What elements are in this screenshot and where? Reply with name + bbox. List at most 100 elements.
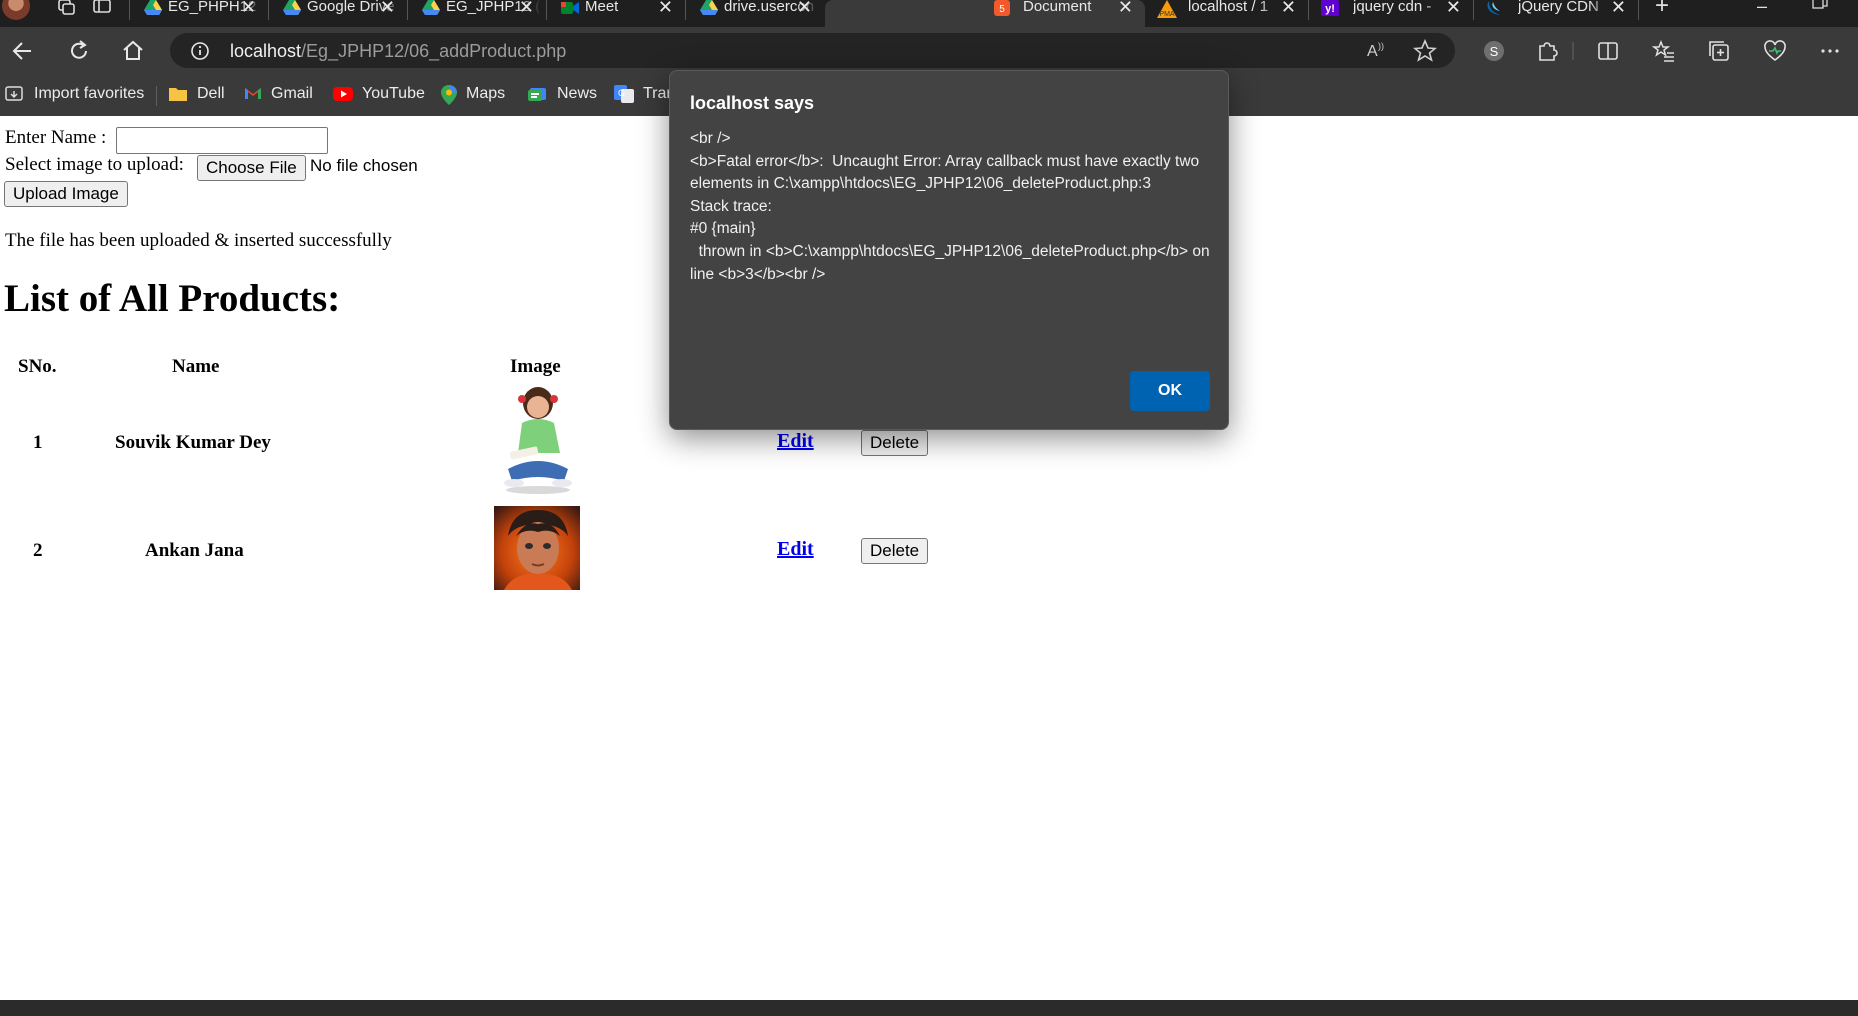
page-title: List of All Products:: [4, 277, 341, 320]
tab-label: jquery cdn -: [1353, 0, 1448, 15]
ok-button[interactable]: OK: [1130, 371, 1210, 411]
url-path: /Eg_JPHP12/06_addProduct.php: [301, 41, 567, 61]
taskbar-edge: [0, 1000, 1858, 1016]
profile-avatar[interactable]: [2, 0, 30, 20]
refresh-icon[interactable]: [66, 38, 92, 64]
close-icon[interactable]: ✕: [241, 0, 256, 18]
product-image: [494, 506, 580, 590]
favorites-item-label: Gmail: [271, 85, 313, 102]
svg-text:G: G: [618, 88, 625, 98]
tab-google-drive[interactable]: Google Drive ✕: [269, 0, 407, 27]
tab-jquery-cdn[interactable]: jQuery CDN ✕: [1474, 0, 1638, 27]
column-header-name: Name: [172, 356, 220, 377]
close-icon[interactable]: ✕: [380, 0, 395, 18]
favorites-item-youtube[interactable]: YouTube: [333, 85, 425, 103]
favorites-item-label: News: [557, 85, 598, 102]
address-bar[interactable]: localhost/Eg_JPHP12/06_addProduct.php A)…: [170, 33, 1455, 68]
browser-essentials-icon[interactable]: [1763, 39, 1787, 63]
delete-button[interactable]: Delete: [861, 538, 929, 564]
restore-icon[interactable]: [1812, 0, 1828, 15]
tab-strip: EG_PHPH12 ✕ Google Drive ✕ EG_JPHP12 ( ✕…: [0, 0, 1858, 27]
image-label: Select image to upload:: [5, 154, 184, 175]
tab-meet[interactable]: Meet ✕: [547, 0, 685, 27]
gmail-icon: [244, 85, 262, 103]
profile-sync-icon[interactable]: S: [1482, 39, 1506, 63]
news-icon: [528, 85, 548, 103]
edit-link[interactable]: Edit: [777, 538, 814, 561]
upload-image-button[interactable]: Upload Image: [4, 181, 128, 207]
svg-text:)): )): [1378, 41, 1384, 51]
google-meet-icon: [561, 0, 579, 16]
yahoo-icon: y!: [1321, 0, 1339, 16]
alert-dialog: localhost says <br /> <b>Fatal error</b>…: [669, 70, 1229, 430]
favorites-item-gmail[interactable]: Gmail: [244, 85, 313, 103]
table-cell-name: Ankan Jana: [145, 540, 244, 561]
youtube-icon: [333, 85, 353, 103]
svg-text:PMA: PMA: [1159, 11, 1175, 18]
favorites-item-label: Dell: [197, 85, 225, 102]
back-icon[interactable]: [10, 38, 36, 64]
read-aloud-icon[interactable]: A)): [1365, 39, 1389, 63]
google-drive-icon: [283, 0, 301, 16]
close-icon[interactable]: ✕: [1281, 0, 1296, 18]
close-icon[interactable]: ✕: [797, 0, 812, 18]
google-drive-icon: [422, 0, 440, 16]
tab-localhost[interactable]: PMA localhost / 1 ✕: [1145, 0, 1308, 27]
site-info-icon[interactable]: [190, 41, 210, 66]
tab-eg-jphp12[interactable]: EG_JPHP12 ( ✕: [408, 0, 546, 27]
column-header-sno: SNo.: [18, 356, 57, 377]
tab-document[interactable]: 5 Document ✕: [825, 0, 1145, 27]
more-options-icon[interactable]: [1818, 39, 1842, 63]
favorites-item-label: Import favorites: [34, 85, 145, 102]
tab-label: Document: [1023, 0, 1118, 15]
close-icon[interactable]: ✕: [658, 0, 673, 18]
minimize-icon[interactable]: –: [1757, 0, 1767, 17]
google-drive-icon: [700, 0, 718, 16]
edit-link[interactable]: Edit: [777, 430, 814, 453]
import-icon: [5, 85, 25, 103]
close-icon[interactable]: ✕: [519, 0, 534, 18]
favorite-star-icon[interactable]: [1412, 38, 1438, 63]
favorites-divider: [156, 86, 157, 106]
close-icon[interactable]: ✕: [1611, 0, 1626, 18]
split-screen-icon[interactable]: [1596, 39, 1620, 63]
favorites-item-maps[interactable]: Maps: [441, 85, 505, 105]
tab-eg-phph12[interactable]: EG_PHPH12 ✕: [130, 0, 268, 27]
jquery-icon: [1486, 0, 1504, 16]
tab-jquery-cdn-search[interactable]: y! jquery cdn - ✕: [1309, 0, 1473, 27]
home-icon[interactable]: [120, 38, 146, 64]
svg-text:A: A: [1367, 43, 1378, 60]
new-tab-icon[interactable]: +: [1655, 0, 1669, 20]
close-icon[interactable]: ✕: [1446, 0, 1461, 18]
divider: [1571, 39, 1595, 63]
favorites-item-news[interactable]: News: [528, 85, 597, 103]
delete-button[interactable]: Delete: [861, 430, 929, 456]
extensions-icon[interactable]: [1535, 39, 1559, 63]
vertical-tabs-icon[interactable]: [92, 0, 114, 18]
svg-text:y!: y!: [1325, 3, 1335, 15]
svg-text:S: S: [1490, 44, 1499, 59]
tab-drive-usercontent[interactable]: drive.usercon ✕: [686, 0, 824, 27]
column-header-image: Image: [510, 356, 561, 377]
choose-file-button[interactable]: Choose File: [197, 155, 306, 181]
no-file-chosen-text: No file chosen: [310, 156, 418, 175]
svg-text:5: 5: [999, 4, 1005, 15]
url-text[interactable]: localhost/Eg_JPHP12/06_addProduct.php: [230, 41, 566, 62]
folder-icon: [168, 85, 188, 103]
favorites-item-import[interactable]: Import favorites: [5, 85, 144, 103]
name-label: Enter Name :: [5, 127, 107, 148]
product-image: [494, 383, 580, 495]
collections-icon[interactable]: [1707, 39, 1731, 63]
tab-label: localhost / 1: [1188, 0, 1283, 15]
name-input[interactable]: [116, 127, 328, 154]
dialog-title: localhost says: [690, 93, 815, 113]
favorites-item-translate[interactable]: G Tran: [614, 85, 675, 103]
workspaces-icon[interactable]: [56, 0, 78, 18]
table-cell-sno: 1: [33, 432, 43, 453]
upload-status-message: The file has been uploaded & inserted su…: [5, 230, 392, 251]
favorites-list-icon[interactable]: [1651, 39, 1676, 63]
favorites-item-dell[interactable]: Dell: [168, 85, 225, 103]
close-icon[interactable]: ✕: [1118, 0, 1133, 18]
address-toolbar: localhost/Eg_JPHP12/06_addProduct.php A)…: [0, 27, 1858, 74]
translate-icon: G: [614, 85, 634, 103]
